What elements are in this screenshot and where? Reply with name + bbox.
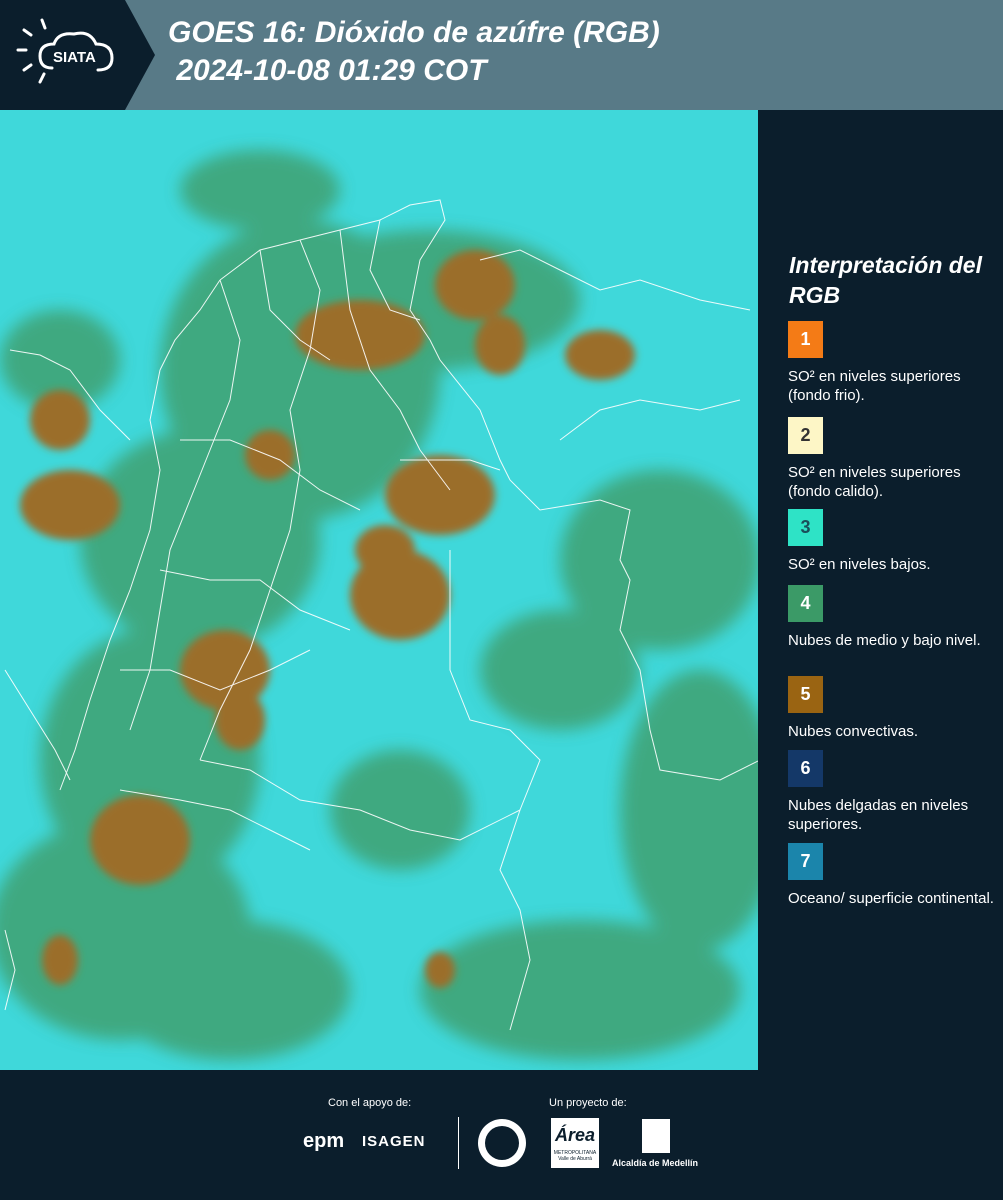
- legend-swatch: 1: [788, 321, 823, 358]
- legend-item: 6 Nubes delgadas en niveles superiores.: [788, 750, 998, 834]
- isagen-logo: ISAGEN: [362, 1133, 426, 1150]
- alcaldia-shield-icon: [642, 1119, 670, 1153]
- epm-logo: epm: [303, 1130, 345, 1152]
- legend-item-text: Nubes delgadas en niveles superiores.: [788, 797, 969, 833]
- legend-item-text: Nubes de medio y bajo nivel.: [788, 632, 981, 649]
- legend-item-text: SO² en niveles superiores (fondo frio).: [788, 368, 961, 404]
- page-title: GOES 16: Dióxido de azúfre (RGB) 2024-10…: [168, 16, 660, 87]
- legend-item: 1 SO² en niveles superiores (fondo frio)…: [788, 321, 998, 405]
- satellite-map: [0, 110, 758, 1070]
- area-logo-subtext: METROPOLITANA Valle de Aburrá: [553, 1150, 597, 1162]
- area-logo-text: Área: [554, 1125, 596, 1145]
- project-label: Un proyecto de:: [549, 1097, 627, 1109]
- legend-item-text: Nubes convectivas.: [788, 723, 919, 740]
- legend-title: Interpretación del RGB: [789, 252, 982, 308]
- support-label: Con el apoyo de:: [328, 1097, 412, 1109]
- legend-swatch: 5: [788, 676, 823, 713]
- legend-item: 7 Oceano/ superficie continental.: [788, 843, 998, 908]
- medellin-seal-icon: [478, 1119, 526, 1167]
- legend-swatch: 3: [788, 509, 823, 546]
- legend-item: 2 SO² en niveles superiores (fondo calid…: [788, 417, 998, 502]
- legend-item: 5 Nubes convectivas.: [788, 676, 998, 741]
- alcaldia-label: Alcaldía de Medellín: [612, 1158, 699, 1168]
- legend-swatch: 7: [788, 843, 823, 880]
- legend-item-text: Oceano/ superficie continental.: [788, 890, 994, 907]
- svg-text:SIATA: SIATA: [53, 49, 96, 66]
- legend-swatch: 2: [788, 417, 823, 454]
- legend-item: 4 Nubes de medio y bajo nivel.: [788, 585, 998, 650]
- legend-item: 3 SO² en niveles bajos.: [788, 509, 998, 574]
- header-bar: SIATA GOES 16: Dióxido de azúfre (RGB) 2…: [0, 0, 1003, 110]
- legend-item-text: SO² en niveles bajos.: [788, 556, 931, 573]
- legend-swatch: 6: [788, 750, 823, 787]
- area-metropolitana-logo: Área METROPOLITANA Valle de Aburrá: [551, 1118, 599, 1168]
- siata-logo: SIATA: [0, 0, 155, 110]
- legend-swatch: 4: [788, 585, 823, 622]
- rgb-legend: Interpretación del RGB 1 SO² en niveles …: [760, 110, 1003, 1070]
- legend-item-text: SO² en niveles superiores (fondo calido)…: [788, 464, 961, 500]
- footer-divider: [458, 1117, 459, 1169]
- footer: Con el apoyo de: Un proyecto de: epm ISA…: [0, 1070, 1003, 1200]
